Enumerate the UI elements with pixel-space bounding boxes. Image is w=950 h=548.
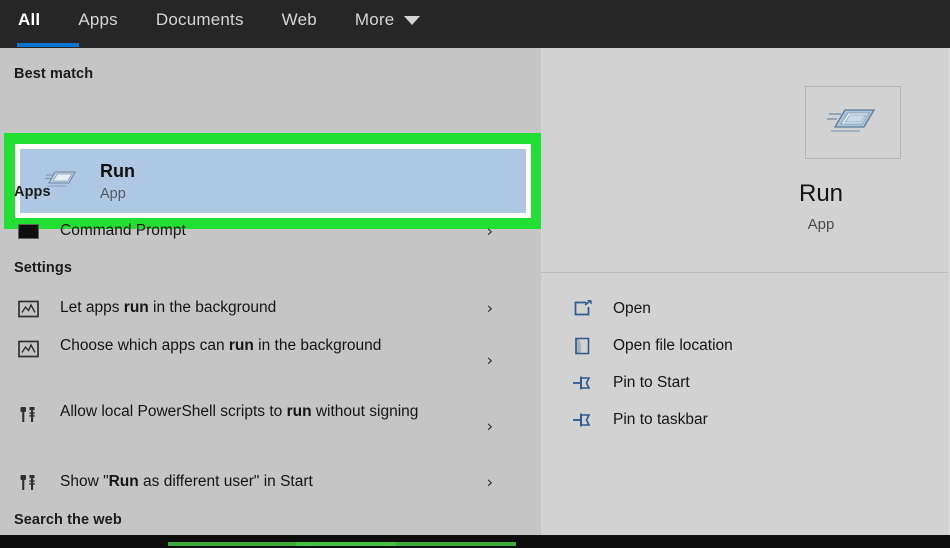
action-pin-to-start[interactable]: Pin to Start bbox=[571, 365, 931, 401]
tab-web[interactable]: Web bbox=[282, 0, 317, 40]
result-command-prompt-label: Command Prompt bbox=[60, 221, 186, 239]
result-let-apps-run-background-label: Let apps run in the background bbox=[60, 298, 277, 316]
tab-all-label: All bbox=[18, 10, 41, 29]
action-open[interactable]: Open bbox=[571, 291, 931, 327]
best-match-result-run[interactable]: Run App bbox=[20, 149, 526, 213]
tab-apps[interactable]: Apps bbox=[78, 0, 118, 40]
chevron-right-icon[interactable]: › bbox=[487, 417, 493, 436]
action-pin-to-taskbar-label: Pin to taskbar bbox=[613, 411, 708, 428]
chevron-right-icon[interactable]: › bbox=[487, 222, 493, 241]
best-match-subtitle: App bbox=[100, 185, 126, 202]
chevron-right-icon[interactable]: › bbox=[487, 473, 493, 492]
pin-icon bbox=[571, 409, 595, 431]
windows-search-panel: All Apps Documents Web More Best match R… bbox=[0, 0, 950, 548]
heading-settings: Settings bbox=[14, 260, 72, 276]
tab-all[interactable]: All bbox=[18, 0, 40, 40]
result-choose-apps-run-background-label: Choose which apps can run in the backgro… bbox=[60, 337, 382, 354]
preview-divider bbox=[541, 272, 950, 273]
tools-icon bbox=[14, 471, 42, 495]
best-match-title: Run bbox=[100, 160, 135, 181]
pin-icon bbox=[571, 372, 595, 394]
app-preview-pane: Run App Open Open file location Pin to S… bbox=[541, 48, 950, 535]
result-command-prompt[interactable]: Command Prompt › bbox=[0, 214, 541, 248]
result-let-apps-run-background[interactable]: Let apps run in the background › bbox=[0, 292, 541, 324]
results-pane: Best match Run App Apps Command Prompt ›… bbox=[0, 48, 542, 535]
result-choose-apps-run-background[interactable]: Choose which apps can run in the backgro… bbox=[0, 334, 541, 386]
action-pin-to-taskbar[interactable]: Pin to taskbar bbox=[571, 402, 931, 438]
result-allow-powershell-scripts[interactable]: Allow local PowerShell scripts to run wi… bbox=[0, 400, 541, 452]
action-pin-to-start-label: Pin to Start bbox=[613, 374, 690, 391]
action-open-label: Open bbox=[613, 300, 651, 317]
active-tab-underline bbox=[17, 43, 79, 47]
tab-documents[interactable]: Documents bbox=[156, 0, 244, 40]
tab-apps-label: Apps bbox=[78, 10, 118, 29]
run-app-icon bbox=[827, 100, 879, 145]
action-open-file-location[interactable]: Open file location bbox=[571, 328, 931, 364]
console-icon bbox=[14, 220, 42, 244]
heading-search-the-web: Search the web bbox=[14, 512, 122, 528]
preview-app-title: Run bbox=[798, 180, 844, 207]
preview-app-subtitle: App bbox=[807, 216, 835, 233]
tab-more[interactable]: More bbox=[355, 0, 421, 40]
chevron-right-icon[interactable]: › bbox=[487, 299, 493, 318]
tools-icon bbox=[14, 403, 42, 427]
bottom-annotation-line-bright bbox=[296, 542, 396, 546]
tab-web-label: Web bbox=[281, 10, 317, 29]
tab-more-label: More bbox=[354, 10, 395, 29]
open-icon bbox=[571, 298, 595, 320]
chevron-down-icon bbox=[404, 15, 421, 25]
action-open-file-location-label: Open file location bbox=[613, 337, 733, 354]
chevron-right-icon[interactable]: › bbox=[487, 351, 493, 370]
heading-best-match: Best match bbox=[14, 66, 94, 82]
heading-apps: Apps bbox=[14, 184, 51, 200]
preview-app-title-wrap: Run bbox=[691, 180, 950, 208]
monitor-chart-icon bbox=[14, 337, 42, 361]
folder-open-icon bbox=[571, 335, 595, 357]
monitor-chart-icon bbox=[14, 297, 42, 321]
tab-documents-label: Documents bbox=[155, 10, 244, 29]
search-filter-tabbar: All Apps Documents Web More bbox=[0, 0, 950, 48]
preview-app-tile bbox=[805, 86, 901, 159]
result-allow-powershell-scripts-label: Allow local PowerShell scripts to run wi… bbox=[60, 403, 419, 420]
result-show-run-as-different-user-label: Show "Run as different user" in Start bbox=[60, 472, 313, 490]
result-show-run-as-different-user[interactable]: Show "Run as different user" in Start › bbox=[0, 466, 541, 498]
